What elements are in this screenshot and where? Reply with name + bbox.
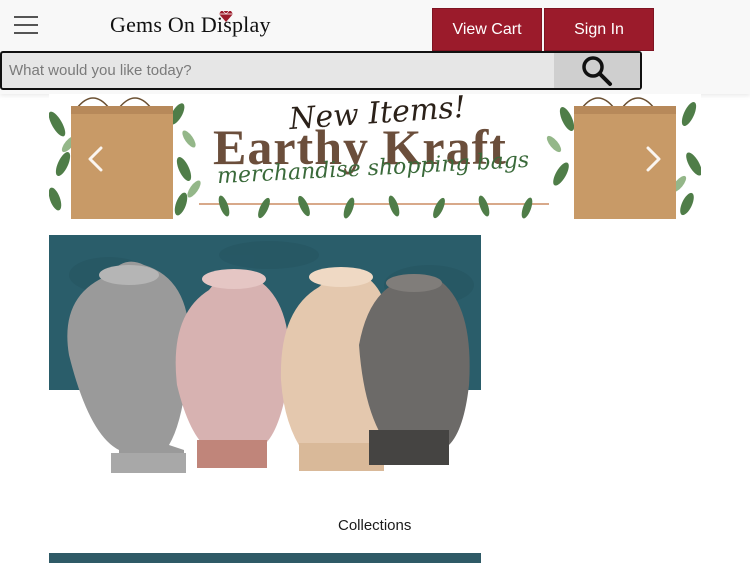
- promo-banner[interactable]: New Items! Earthy Kraft merchandise shop…: [49, 94, 701, 219]
- hamburger-icon[interactable]: [14, 15, 38, 35]
- magnifier-icon: [582, 55, 612, 86]
- site-logo[interactable]: Gems On Display: [110, 12, 271, 38]
- collections-caption[interactable]: Collections: [338, 517, 411, 534]
- search-button[interactable]: [554, 53, 640, 88]
- search-input[interactable]: [2, 53, 554, 88]
- sign-in-button[interactable]: Sign In: [544, 8, 654, 51]
- view-cart-button[interactable]: View Cart: [432, 8, 542, 51]
- diamond-icon: [219, 10, 233, 22]
- chevron-right-icon[interactable]: [643, 146, 663, 172]
- necklace-busts-image: [49, 235, 481, 514]
- collection-image[interactable]: [49, 235, 481, 514]
- next-collection-image[interactable]: [49, 553, 481, 563]
- chevron-left-icon[interactable]: [86, 146, 106, 172]
- search-bar: [0, 51, 642, 90]
- site-header: Gems On Display View Cart Sign In: [0, 0, 750, 94]
